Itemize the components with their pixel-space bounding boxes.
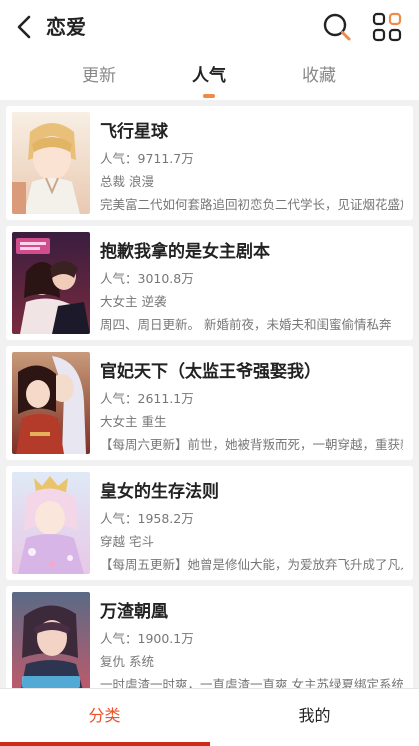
genre-tags: 大女主 重生 (100, 414, 167, 429)
comic-list[interactable]: 飞行星球 人气：9711.7万 总裁 浪漫 完美富二代如何套路追回初恋负二代学长… (0, 100, 419, 688)
popularity-count: 人气：9711.7万 (100, 151, 194, 166)
tab-popular[interactable]: 人气 (169, 64, 249, 88)
comic-title: 皇女的生存法则 (100, 482, 219, 502)
comic-title: 万渣朝凰 (100, 602, 168, 622)
tab-favorites[interactable]: 收藏 (279, 64, 359, 88)
comic-cover (12, 472, 90, 574)
category-grid-button[interactable] (371, 11, 403, 43)
comic-title: 飞行星球 (100, 122, 168, 142)
nav-mine[interactable]: 我的 (210, 689, 419, 746)
popularity-count: 人气：1900.1万 (100, 631, 194, 646)
bottom-nav: 分类 我的 (0, 688, 419, 746)
list-item[interactable]: 抱歉我拿的是女主剧本 人气：3010.8万 大女主 逆袭 周四、周日更新。 新婚… (6, 226, 413, 340)
popularity-count: 人气：2611.1万 (100, 391, 194, 406)
grid-menu-icon (372, 12, 402, 42)
comic-description: 完美富二代如何套路追回初恋负二代学长，见证烟花盛放 (100, 197, 403, 212)
genre-tags: 大女主 逆袭 (100, 294, 167, 309)
active-tab-indicator (203, 94, 215, 98)
list-item[interactable]: 飞行星球 人气：9711.7万 总裁 浪漫 完美富二代如何套路追回初恋负二代学长… (6, 106, 413, 220)
search-button[interactable] (321, 11, 353, 43)
genre-tags: 复仇 系统 (100, 654, 154, 669)
nav-category[interactable]: 分类 (0, 689, 209, 746)
comic-description: 【每周五更新】她曾是修仙大能，为爱放弃飞升成了凡人 (100, 557, 403, 572)
comic-description: 【每周六更新】前世，她被背叛而死，一朝穿越，重获新生 (100, 437, 403, 452)
back-button[interactable] (10, 12, 40, 42)
page-title: 恋爱 (46, 15, 86, 39)
comic-cover (12, 592, 90, 688)
comic-description: 周四、周日更新。 新婚前夜，未婚夫和闺蜜偷情私奔 (100, 317, 392, 332)
comic-title: 抱歉我拿的是女主剧本 (100, 242, 270, 262)
search-icon (323, 13, 351, 41)
active-nav-indicator (0, 742, 210, 746)
popularity-count: 人气：1958.2万 (100, 511, 194, 526)
genre-tags: 穿越 宅斗 (100, 534, 154, 549)
list-item[interactable]: 万渣朝凰 人气：1900.1万 复仇 系统 一时虐渣一时爽，一直虐渣一直爽 女主… (6, 586, 413, 688)
genre-tags: 总裁 浪漫 (100, 174, 154, 189)
comic-description: 一时虐渣一时爽，一直虐渣一直爽 女主苏绿夏绑定系统 (100, 677, 403, 688)
popularity-count: 人气：3010.8万 (100, 271, 194, 286)
back-arrow-icon (17, 15, 31, 39)
list-item[interactable]: 皇女的生存法则 人气：1958.2万 穿越 宅斗 【每周五更新】她曾是修仙大能，… (6, 466, 413, 580)
comic-title: 官妃天下（太监王爷强娶我） (100, 362, 321, 382)
comic-cover (12, 112, 90, 214)
comic-cover (12, 232, 90, 334)
list-item[interactable]: 官妃天下（太监王爷强娶我） 人气：2611.1万 大女主 重生 【每周六更新】前… (6, 346, 413, 460)
tab-update[interactable]: 更新 (59, 64, 139, 88)
comic-cover (12, 352, 90, 454)
top-bar: 恋爱 (0, 0, 419, 54)
tab-bar: 更新 人气 收藏 (0, 54, 419, 100)
